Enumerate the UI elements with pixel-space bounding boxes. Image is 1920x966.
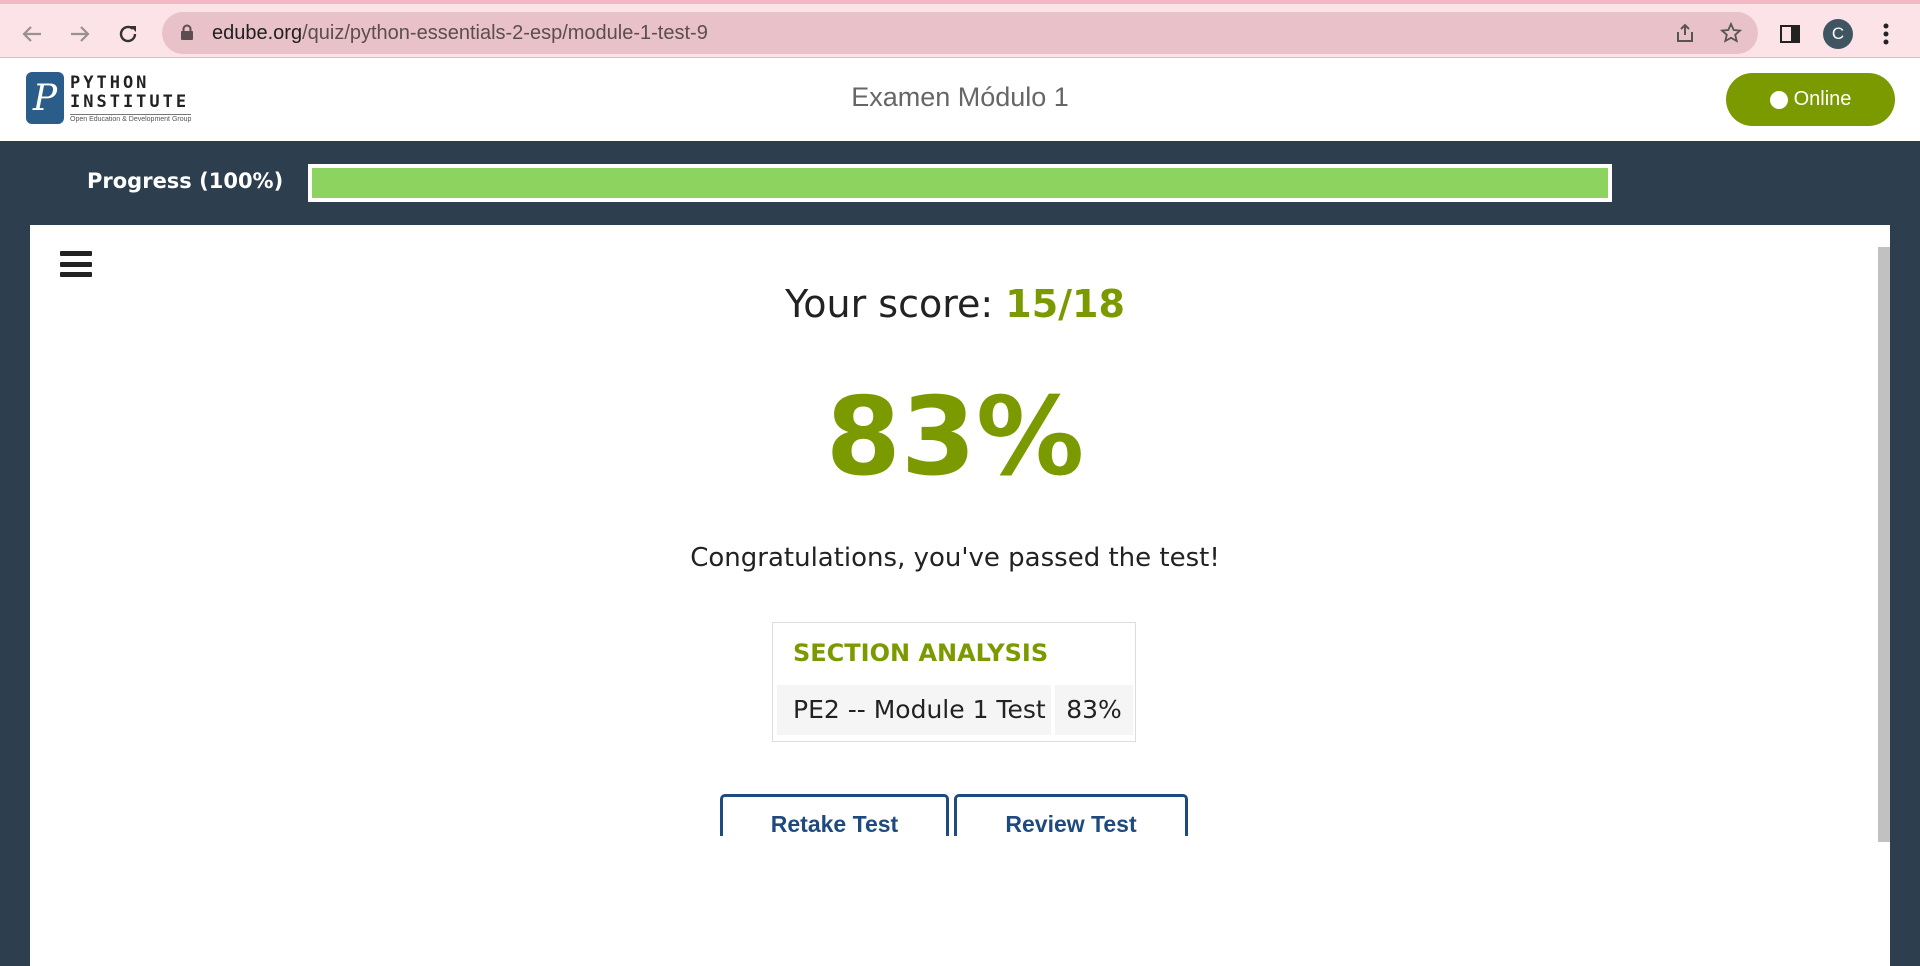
score-value: 15/18	[1005, 282, 1125, 326]
back-icon[interactable]	[14, 16, 50, 52]
online-status-button[interactable]: Online	[1726, 73, 1895, 126]
address-bar[interactable]: edube.org/quiz/python-essentials-2-esp/m…	[162, 12, 1758, 54]
section-name-cell: PE2 -- Module 1 Test	[777, 685, 1051, 735]
section-analysis-table: SECTION ANALYSIS PE2 -- Module 1 Test 83…	[772, 622, 1136, 742]
progress-label: Progress (100%)	[87, 169, 284, 193]
score-percentage: 83%	[825, 375, 1085, 500]
logo-tagline: Open Education & Development Group	[70, 113, 192, 123]
status-dot-icon	[1769, 90, 1788, 109]
section-score-cell: 83%	[1055, 685, 1133, 735]
progress-bar-fill	[312, 168, 1608, 198]
online-status-label: Online	[1793, 88, 1852, 110]
results-panel: Your score: 15/18 83% Congratulations, y…	[30, 225, 1890, 966]
retake-test-button[interactable]: Retake Test	[720, 794, 949, 836]
url-text: edube.org/quiz/python-essentials-2-esp/m…	[212, 22, 708, 45]
lock-icon	[180, 24, 194, 40]
progress-bar	[308, 164, 1612, 202]
bookmark-star-icon[interactable]	[1718, 20, 1744, 46]
review-test-button[interactable]: Review Test	[954, 794, 1188, 836]
url-path: /quiz/python-essentials-2-esp/module-1-t…	[302, 22, 708, 44]
profile-initial: C	[1823, 19, 1853, 49]
score-line: Your score: 15/18	[30, 282, 1880, 326]
reload-icon[interactable]	[110, 16, 146, 52]
hamburger-menu-icon[interactable]	[60, 251, 92, 277]
side-panel-icon[interactable]	[1774, 18, 1806, 50]
forward-icon[interactable]	[62, 16, 98, 52]
page-title: Examen Módulo 1	[851, 82, 1069, 112]
app-header: P PYTHON INSTITUTE Open Education & Deve…	[0, 58, 1920, 141]
score-label: Your score:	[785, 282, 994, 326]
url-domain: edube.org	[212, 22, 303, 44]
more-menu-icon[interactable]	[1870, 18, 1902, 50]
share-icon[interactable]	[1672, 20, 1698, 46]
browser-toolbar: edube.org/quiz/python-essentials-2-esp/m…	[0, 0, 1920, 58]
section-analysis-heading: SECTION ANALYSIS	[793, 639, 1049, 667]
result-message: Congratulations, you've passed the test!	[690, 543, 1220, 573]
profile-avatar[interactable]: C	[1822, 18, 1854, 50]
